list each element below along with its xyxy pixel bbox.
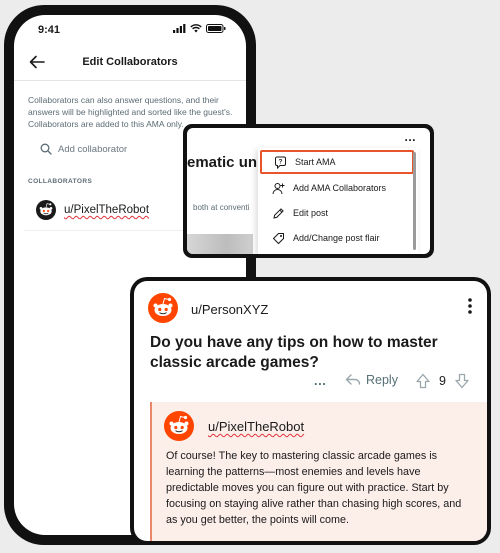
highlighted-answer: u/PixelTheRobot Of course! The key to ma… xyxy=(150,402,487,541)
reddit-snoo-icon xyxy=(148,293,178,323)
tag-icon xyxy=(272,232,284,244)
more-options-icon[interactable]: ... xyxy=(314,373,326,388)
signal-icon xyxy=(173,24,186,33)
search-icon xyxy=(40,143,52,155)
menu-scrollbar[interactable] xyxy=(413,152,416,250)
wifi-icon xyxy=(190,24,202,33)
menu-item-label: Edit post xyxy=(293,208,329,218)
menu-item-label: Add AMA Collaborators xyxy=(293,183,387,193)
svg-text:?: ? xyxy=(279,158,283,165)
page-title: Edit Collaborators xyxy=(82,56,178,68)
collaborator-username: u/PixelTheRobot xyxy=(64,204,150,216)
vote-controls: 9 xyxy=(415,373,470,389)
kebab-menu-icon[interactable] xyxy=(467,297,473,315)
reply-arrow-icon xyxy=(345,374,361,385)
top-nav-bar: Edit Collaborators xyxy=(14,45,246,81)
status-time: 9:41 xyxy=(38,24,61,36)
downvote-icon[interactable] xyxy=(454,373,470,389)
answer-text: Of course! The key to mastering classic … xyxy=(166,450,462,526)
post-title: Do you have any tips on how to master cl… xyxy=(150,334,438,371)
battery-icon xyxy=(206,24,226,33)
reply-button[interactable]: Reply xyxy=(345,373,398,387)
background-post-text: both at conventi xyxy=(193,203,250,212)
overflow-menu-icon[interactable]: ... xyxy=(404,130,416,144)
background-post-image xyxy=(187,234,253,254)
menu-item-label: Start AMA xyxy=(295,157,336,167)
post-options-menu: ? Start AMA Add AMA Collaborators Edit p… xyxy=(258,148,418,254)
menu-item-start-ama[interactable]: ? Start AMA xyxy=(260,150,414,174)
reddit-snoo-icon xyxy=(36,200,56,220)
post-menu-card: ... ematic uni both at conventi ? Start … xyxy=(183,124,434,258)
status-bar: 9:41 xyxy=(14,15,246,43)
collaborators-section-label: COLLABORATORS xyxy=(28,178,93,185)
reply-label: Reply xyxy=(366,373,398,387)
ama-post-card: u/PersonXYZ Do you have any tips on how … xyxy=(130,277,491,545)
menu-item-post-flair[interactable]: Add/Change post flair xyxy=(260,226,414,250)
post-author[interactable]: u/PersonXYZ xyxy=(191,302,268,317)
reddit-snoo-icon xyxy=(164,411,194,441)
question-bubble-icon: ? xyxy=(275,156,286,169)
answer-author[interactable]: u/PixelTheRobot xyxy=(208,419,304,434)
vote-count: 9 xyxy=(439,374,446,388)
add-user-icon xyxy=(272,182,285,194)
background-post-title: ematic uni xyxy=(187,154,262,171)
upvote-icon[interactable] xyxy=(415,373,431,389)
menu-item-edit-post[interactable]: Edit post xyxy=(260,201,414,225)
menu-item-label: Add/Change post flair xyxy=(293,233,380,243)
menu-item-add-ama-collaborators[interactable]: Add AMA Collaborators xyxy=(260,176,414,200)
pencil-icon xyxy=(273,207,284,219)
